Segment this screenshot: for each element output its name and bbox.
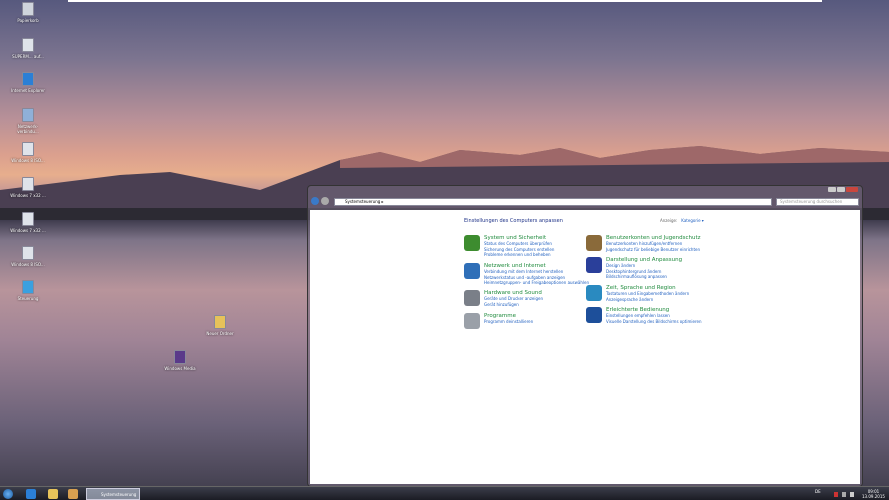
category: Darstellung und AnpassungDesign ändernDe…	[586, 257, 682, 280]
desktop-icon[interactable]: SUPERM... auf...	[8, 38, 48, 59]
top-edge-bar	[68, 0, 822, 2]
category-link[interactable]: Heimnetzgruppen- und Freigabeoptionen au…	[484, 280, 589, 286]
desktop-icon-image	[22, 108, 34, 122]
category: Zeit, Sprache und RegionTastaturen und E…	[586, 285, 689, 302]
desktop-icon-image	[22, 212, 34, 226]
taskbar: Systemsteuerung DE 09:0113.09.2015	[0, 486, 889, 500]
category-icon	[464, 235, 480, 251]
category-icon	[586, 285, 602, 301]
category: Benutzerkonten und JugendschutzBenutzerk…	[586, 235, 701, 252]
media-player-icon[interactable]	[68, 489, 78, 499]
volume-icon[interactable]	[850, 492, 854, 497]
start-button[interactable]	[3, 489, 13, 499]
category-link[interactable]: Visuelle Darstellung des Bildschirms opt…	[606, 319, 702, 325]
category-link[interactable]: Geräte und Drucker anzeigen	[484, 296, 543, 302]
desktop-icon[interactable]: Windows 8 ISO...	[8, 246, 48, 267]
desktop-icon-image	[22, 280, 34, 294]
page-title: Einstellungen des Computers anpassen	[464, 218, 563, 224]
desktop-icon-image	[22, 2, 34, 16]
desktop-icon-label: Netzwerk-verbindu...	[17, 124, 39, 134]
flag-icon[interactable]	[834, 492, 838, 497]
category-link[interactable]: Programm deinstallieren	[484, 319, 533, 325]
clock-date: 13.09.2015	[862, 494, 885, 499]
desktop-icon[interactable]: Windows Media	[160, 350, 200, 371]
category: ProgrammeProgramm deinstallieren	[464, 313, 533, 329]
clock[interactable]: 09:0113.09.2015	[862, 489, 885, 499]
desktop-icon-label: Steuerung	[18, 296, 39, 301]
forward-button[interactable]	[321, 197, 329, 205]
category: Hardware und SoundGeräte und Drucker anz…	[464, 290, 543, 307]
internet-explorer-icon[interactable]	[26, 489, 36, 499]
desktop-icon-image	[174, 350, 186, 364]
category-link[interactable]: Bildschirmauflösung anpassen	[606, 274, 682, 280]
desktop-icon[interactable]: Steuerung	[8, 280, 48, 301]
desktop-icon[interactable]: Neuer Ordner	[200, 315, 240, 336]
control-panel-window[interactable]: Systemsteuerung ▸ Systemsteuerung durchs…	[307, 185, 863, 487]
back-button[interactable]	[311, 197, 319, 205]
category-icon	[464, 290, 480, 306]
breadcrumb[interactable]: Systemsteuerung	[345, 199, 380, 204]
desktop-icon-image	[22, 38, 34, 52]
desktop-icon[interactable]: Internet Explorer	[8, 72, 48, 93]
category-icon	[464, 263, 480, 279]
category-icon	[464, 313, 480, 329]
network-icon[interactable]	[842, 492, 846, 497]
category-link[interactable]: Gerät hinzufügen	[484, 302, 543, 308]
desktop-icon[interactable]: Windows 8 ISO...	[8, 142, 48, 163]
desktop-icon-image	[22, 72, 34, 86]
language-indicator[interactable]: DE	[815, 489, 821, 494]
desktop-icon-label: Windows Media	[164, 366, 195, 371]
category: Netzwerk und InternetVerbindung mit dem …	[464, 263, 589, 286]
desktop-icon-image	[22, 142, 34, 156]
desktop-icon-image	[214, 315, 226, 329]
category-link[interactable]: Jugendschutz für beliebige Benutzer einr…	[606, 247, 701, 253]
desktop-icon-label: Windows 8 ISO...	[11, 158, 44, 163]
desktop-icon-image	[22, 246, 34, 260]
desktop-icon[interactable]: Netzwerk-verbindu...	[8, 108, 48, 134]
control-panel-content: Einstellungen des Computers anpassen Anz…	[310, 210, 860, 484]
desktop-icon-label: Windows 7 x32 ...	[10, 193, 46, 198]
category-icon	[586, 235, 602, 251]
category-icon	[586, 257, 602, 273]
category-link[interactable]: Anzeigesprache ändern	[606, 297, 689, 303]
desktop-icon-label: Neuer Ordner	[206, 331, 233, 336]
desktop-icon-label: Windows 7 x32 ...	[10, 228, 46, 233]
category-link[interactable]: Tastaturen und Eingabemethoden ändern	[606, 291, 689, 297]
desktop-icon-label: SUPERM... auf...	[12, 54, 44, 59]
category: System und SicherheitStatus des Computer…	[464, 235, 554, 258]
close-button[interactable]	[846, 187, 858, 192]
desktop-icon-label: Internet Explorer	[11, 88, 45, 93]
desktop-icon-label: Papierkorb	[17, 18, 38, 23]
category-link[interactable]: Status des Computers überprüfen	[484, 241, 554, 247]
view-label: Anzeige:	[660, 218, 677, 223]
taskbar-item-control-panel[interactable]: Systemsteuerung	[86, 488, 140, 500]
maximize-button[interactable]	[837, 187, 845, 192]
desktop-icon-label: Windows 8 ISO...	[11, 262, 44, 267]
minimize-button[interactable]	[828, 187, 836, 192]
desktop-icon[interactable]: Windows 7 x32 ...	[8, 212, 48, 233]
category: Erleichterte BedienungEinstellungen empf…	[586, 307, 702, 324]
category-icon	[586, 307, 602, 323]
search-input[interactable]: Systemsteuerung durchsuchen	[776, 198, 859, 206]
address-bar[interactable]: Systemsteuerung ▸	[334, 198, 772, 206]
explorer-icon[interactable]	[48, 489, 58, 499]
category-link[interactable]: Probleme erkennen und beheben	[484, 252, 554, 258]
desktop-icon-image	[22, 177, 34, 191]
desktop-icon[interactable]: Papierkorb	[8, 2, 48, 23]
desktop-icon[interactable]: Windows 7 x32 ...	[8, 177, 48, 198]
view-dropdown[interactable]: Kategorie ▾	[681, 218, 704, 223]
